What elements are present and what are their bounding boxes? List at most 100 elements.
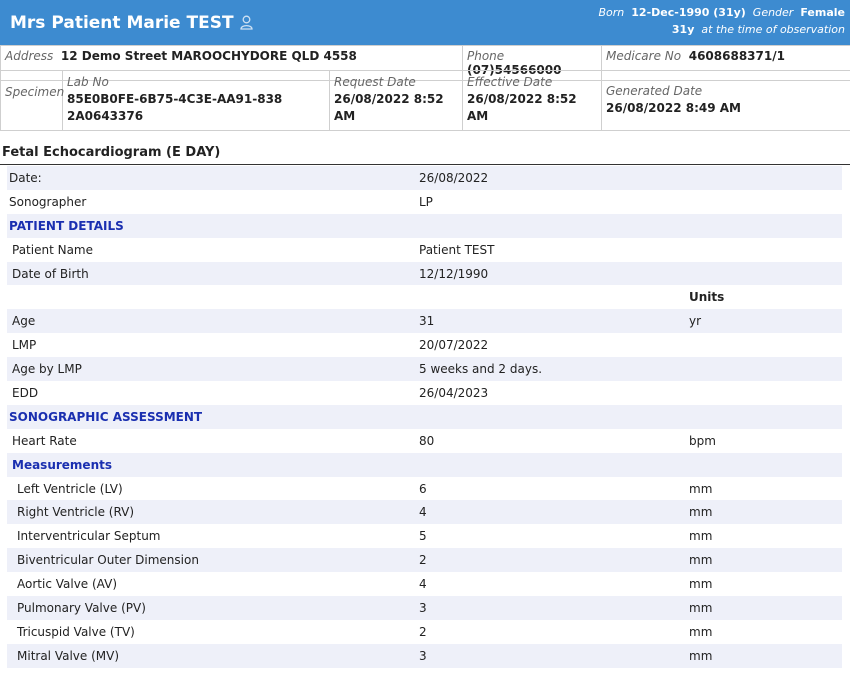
row-value: 12/12/1990 (419, 266, 489, 281)
title-divider (0, 164, 850, 165)
report-row: PATIENT DETAILS (7, 213, 842, 238)
row-label: LMP (12, 338, 37, 353)
generated-date-cell: Generated Date 26/08/2022 8:49 AM (601, 70, 850, 131)
row-unit (687, 190, 842, 214)
row-unit (687, 238, 842, 262)
patient-demographics: Born 12-Dec-1990 (31y) Gender Female 31y… (598, 4, 845, 38)
address-label: Address (5, 49, 54, 63)
row-value: Patient TEST (419, 242, 495, 257)
gender-label: Gender (752, 6, 794, 19)
report-row: Interventricular Septum 5 mm (7, 524, 842, 549)
address-value: 12 Demo Street MAROOCHYDORE QLD 4558 (60, 49, 357, 63)
section-heading: PATIENT DETAILS (9, 218, 124, 233)
row-unit (687, 381, 842, 405)
effective-date-value: 26/08/2022 8:52 AM (467, 92, 577, 123)
section-heading: SONOGRAPHIC ASSESSMENT (9, 409, 203, 424)
row-unit: mm (689, 600, 713, 615)
row-value: 3 (419, 648, 427, 663)
specimen-cell: Specimen (0, 70, 65, 131)
row-unit (687, 333, 842, 357)
effective-date-cell: Effective Date 26/08/2022 8:52 AM (462, 70, 602, 131)
row-label: Pulmonary Valve (PV) (17, 600, 146, 615)
report-row: Date: 26/08/2022 (7, 166, 842, 190)
row-label: Patient Name (12, 242, 93, 257)
row-value (417, 214, 687, 238)
row-value: 3 (419, 600, 427, 615)
row-value: 4 (419, 505, 427, 520)
report-row: Left Ventricle (LV) 6 mm (7, 476, 842, 501)
row-value: 31 (419, 314, 435, 329)
report-row: Patient Name Patient TEST (7, 237, 842, 262)
row-unit: mm (689, 481, 713, 496)
row-value (417, 285, 687, 309)
report-row: LMP 20/07/2022 (7, 333, 842, 358)
row-value: 2 (419, 553, 427, 568)
report-row: Heart Rate 80 bpm (7, 428, 842, 453)
generated-date-label: Generated Date (606, 84, 703, 98)
row-value: 5 weeks and 2 days. (419, 362, 543, 377)
row-label: Left Ventricle (LV) (17, 481, 123, 496)
row-label: Sonographer (9, 194, 87, 209)
row-value: 2 (419, 624, 427, 639)
row-value: 20/07/2022 (419, 338, 489, 353)
report-row: Age by LMP 5 weeks and 2 days. (7, 357, 842, 382)
age-value: 31y (671, 23, 695, 36)
row-label: Right Ventricle (RV) (17, 505, 135, 520)
labno-cell: Lab No 85E0B0FE-6B75-4C3E-AA91-8382A06433… (62, 70, 330, 131)
patient-name: Mrs Patient Marie TEST (10, 13, 234, 33)
row-value: LP (419, 194, 433, 209)
row-label: Date: (9, 170, 42, 185)
row-label: Biventricular Outer Dimension (17, 553, 199, 568)
row-value: 26/08/2022 (419, 170, 489, 185)
phone-label: Phone (467, 49, 505, 63)
effective-date-label: Effective Date (467, 75, 553, 89)
row-unit (687, 262, 842, 286)
row-unit: bpm (689, 433, 716, 448)
section-heading: Measurements (12, 457, 112, 472)
user-icon (239, 15, 253, 35)
row-label: Age by LMP (12, 362, 82, 377)
report-row: Units (7, 285, 842, 310)
row-value: 4 (419, 577, 427, 592)
report-row: EDD 26/04/2023 (7, 381, 842, 405)
report-row: SONOGRAPHIC ASSESSMENT (7, 404, 842, 429)
report-row: Sonographer LP (7, 189, 842, 214)
row-unit: mm (689, 553, 713, 568)
request-date-cell: Request Date 26/08/2022 8:52 AM (329, 70, 463, 131)
labno-value: 85E0B0FE-6B75-4C3E-AA91-8382A0643376 (67, 92, 283, 123)
born-label: Born (598, 6, 625, 19)
row-value (417, 453, 687, 477)
report-row: Date of Birth 12/12/1990 (7, 261, 842, 286)
report-row: Tricuspid Valve (TV) 2 mm (7, 619, 842, 644)
report-row: Aortic Valve (AV) 4 mm (7, 572, 842, 597)
labno-label: Lab No (67, 75, 109, 89)
row-value: 26/04/2023 (419, 385, 489, 400)
report-row: Pulmonary Valve (PV) 3 mm (7, 596, 842, 620)
patient-name-block: Mrs Patient Marie TEST (10, 13, 253, 35)
medicare-value: 4608688371/1 (688, 49, 785, 63)
gender-value: Female (800, 6, 845, 19)
specimen-label: Specimen (5, 85, 65, 99)
row-unit: mm (689, 505, 713, 520)
row-unit (687, 166, 842, 190)
medicare-label: Medicare No (606, 49, 682, 63)
report-row: Measurements (7, 452, 842, 477)
row-unit (687, 453, 842, 477)
request-date-label: Request Date (334, 75, 416, 89)
row-value: 6 (419, 481, 427, 496)
row-label: Heart Rate (12, 433, 77, 448)
row-unit (687, 357, 842, 381)
born-value: 12-Dec-1990 (31y) (631, 6, 746, 19)
row-unit (687, 405, 842, 429)
report-row: Biventricular Outer Dimension 2 mm (7, 548, 842, 573)
report-row: Age 31 yr (7, 309, 842, 334)
row-label: Interventricular Septum (17, 529, 161, 544)
row-unit: mm (689, 648, 713, 663)
report-row: Right Ventricle (RV) 4 mm (7, 500, 842, 525)
row-unit: yr (689, 314, 702, 329)
generated-date-value: 26/08/2022 8:49 AM (606, 101, 741, 115)
specimen-info-table: Specimen Lab No 85E0B0FE-6B75-4C3E-AA91-8… (0, 70, 850, 131)
report-title: Fetal Echocardiogram (E DAY) (2, 145, 221, 160)
units-header: Units (689, 290, 725, 305)
row-label: Aortic Valve (AV) (17, 577, 118, 592)
